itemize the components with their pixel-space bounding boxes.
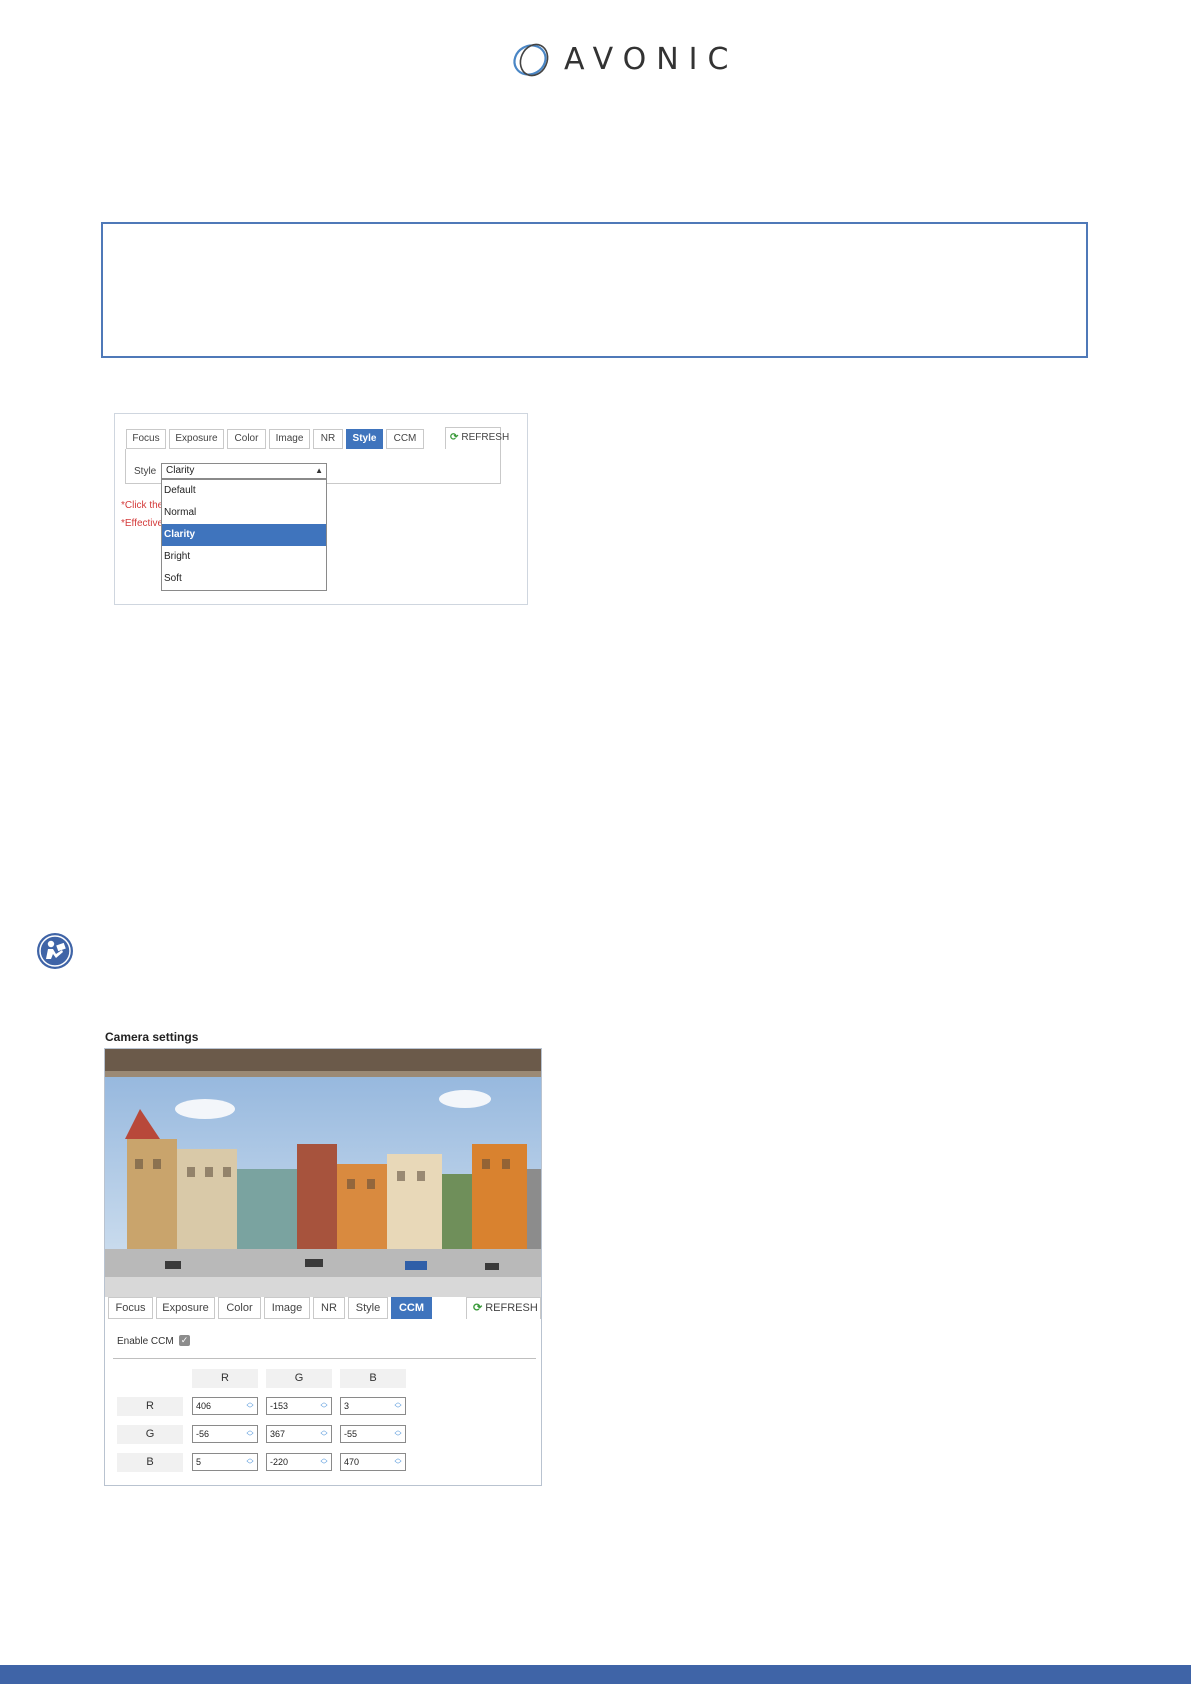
style-option-bright[interactable]: Bright — [162, 546, 326, 568]
style-dropdown-list: Default Normal Clarity Bright Soft — [161, 479, 327, 591]
ccm-gr-input[interactable]: -56 ︿ ﹀ — [192, 1425, 258, 1443]
spinner-arrows-icon[interactable]: ︿ ﹀ — [319, 1455, 329, 1469]
note-effective: *Effective — [121, 518, 164, 529]
ccm-bg-input[interactable]: -220 ︿ ﹀ — [266, 1453, 332, 1471]
tab-nr[interactable]: NR — [313, 1297, 345, 1319]
style-select-value: Clarity — [166, 465, 195, 476]
note-click: *Click the — [121, 500, 164, 511]
refresh-button[interactable]: ⟳ REFRESH — [445, 427, 509, 449]
ccm-divider — [113, 1358, 536, 1359]
ccm-col-header-b: B — [340, 1369, 406, 1388]
style-option-clarity[interactable]: Clarity — [162, 524, 326, 546]
ccm-row-header-r: R — [117, 1397, 183, 1416]
style-option-normal[interactable]: Normal — [162, 502, 326, 524]
tab-image[interactable]: Image — [269, 429, 310, 449]
ccm-br-input[interactable]: 5 ︿ ﹀ — [192, 1453, 258, 1471]
spinner-arrows-icon[interactable]: ︿ ﹀ — [319, 1399, 329, 1413]
spinner-arrows-icon[interactable]: ︿ ﹀ — [245, 1399, 255, 1413]
refresh-label: REFRESH — [461, 432, 510, 443]
enable-ccm-label: Enable CCM — [117, 1336, 174, 1347]
refresh-icon: ⟳ — [473, 1302, 483, 1314]
tab-exposure[interactable]: Exposure — [156, 1297, 215, 1319]
style-option-default[interactable]: Default — [162, 480, 326, 502]
ccm-bb-input[interactable]: 470 ︿ ﹀ — [340, 1453, 406, 1471]
ccm-rg-input[interactable]: -153 ︿ ﹀ — [266, 1397, 332, 1415]
refresh-icon: ⟳ — [450, 432, 459, 443]
tab-focus[interactable]: Focus — [108, 1297, 153, 1319]
camera-settings-title: Camera settings — [105, 1030, 199, 1044]
avonic-logo: AVONIC — [508, 40, 728, 80]
ccm-row-header-b: B — [117, 1453, 183, 1472]
enable-ccm-checkbox[interactable]: ✓ — [179, 1335, 190, 1346]
refresh-label: REFRESH — [485, 1302, 538, 1314]
tab-focus[interactable]: Focus — [126, 429, 166, 449]
tab-style[interactable]: Style — [348, 1297, 388, 1319]
tab-exposure[interactable]: Exposure — [169, 429, 224, 449]
style-settings-screenshot: Focus Exposure Color Image NR Style CCM … — [114, 413, 528, 605]
spinner-arrows-icon[interactable]: ︿ ﹀ — [393, 1455, 403, 1469]
style-option-soft[interactable]: Soft — [162, 568, 326, 590]
tab-color[interactable]: Color — [227, 429, 266, 449]
spinner-arrows-icon[interactable]: ︿ ﹀ — [393, 1427, 403, 1441]
note-box — [101, 222, 1088, 358]
tab-nr[interactable]: NR — [313, 429, 343, 449]
brand-name: AVONIC — [564, 42, 739, 77]
camera-preview-image — [105, 1049, 541, 1297]
style-label: Style — [134, 466, 157, 477]
tab-ccm[interactable]: CCM — [391, 1297, 432, 1319]
tab-ccm[interactable]: CCM — [386, 429, 424, 449]
footer-bar — [0, 1665, 1191, 1684]
logo-mark-icon — [513, 43, 549, 77]
ccm-gg-input[interactable]: 367 ︿ ﹀ — [266, 1425, 332, 1443]
ccm-row-header-g: G — [117, 1425, 183, 1444]
tab-image[interactable]: Image — [264, 1297, 310, 1319]
ccm-col-header-r: R — [192, 1369, 258, 1388]
ccm-gb-input[interactable]: -55 ︿ ﹀ — [340, 1425, 406, 1443]
spinner-arrows-icon[interactable]: ︿ ﹀ — [245, 1427, 255, 1441]
spinner-arrows-icon[interactable]: ︿ ﹀ — [393, 1399, 403, 1413]
tab-color[interactable]: Color — [218, 1297, 261, 1319]
spinner-arrows-icon[interactable]: ︿ ﹀ — [319, 1427, 329, 1441]
select-arrows-icon: ▲ — [315, 466, 323, 475]
spinner-arrows-icon[interactable]: ︿ ﹀ — [245, 1455, 255, 1469]
style-select[interactable]: Clarity ▲ — [161, 463, 327, 479]
ccm-col-header-g: G — [266, 1369, 332, 1388]
ccm-settings-screenshot: Focus Exposure Color Image NR Style CCM … — [104, 1048, 542, 1486]
ccm-rb-input[interactable]: 3 ︿ ﹀ — [340, 1397, 406, 1415]
reading-person-icon — [36, 932, 74, 970]
tab-style[interactable]: Style — [346, 429, 383, 449]
refresh-button[interactable]: ⟳ REFRESH — [466, 1297, 541, 1319]
ccm-rr-input[interactable]: 406 ︿ ﹀ — [192, 1397, 258, 1415]
